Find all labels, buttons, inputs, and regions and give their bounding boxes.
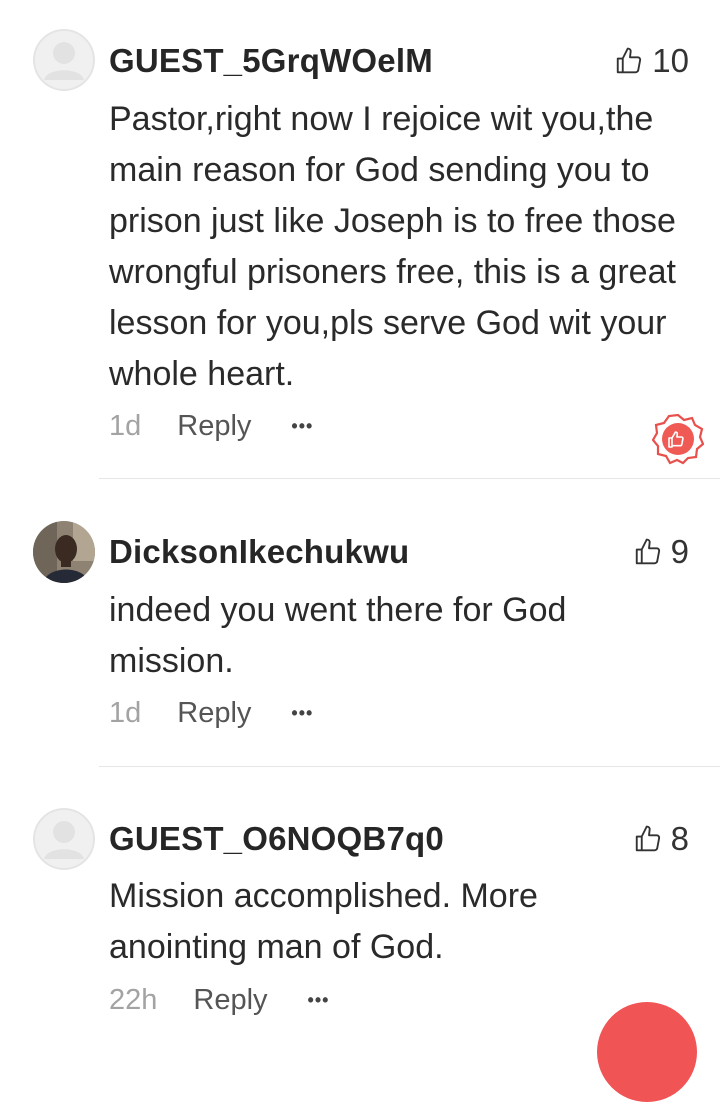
comment-text: Mission accomplished. More anointing man…	[109, 877, 538, 966]
comment-meta: 22h Reply •••	[109, 984, 329, 1017]
like-count: 8	[670, 820, 689, 857]
more-options-button[interactable]: •••	[308, 990, 330, 1011]
compose-fab[interactable]	[597, 1002, 697, 1102]
comment-item: GUEST_O6NOQB7q0 8 Mission accomplished. …	[0, 0, 720, 1022]
reply-button[interactable]: Reply	[193, 984, 267, 1017]
comment-username[interactable]: GUEST_O6NOQB7q0	[109, 820, 444, 858]
comment-time: 22h	[109, 984, 158, 1016]
avatar[interactable]	[33, 808, 95, 870]
thumbs-up-icon	[635, 825, 660, 852]
default-user-icon	[33, 808, 95, 870]
like-button[interactable]: 8	[633, 820, 689, 858]
